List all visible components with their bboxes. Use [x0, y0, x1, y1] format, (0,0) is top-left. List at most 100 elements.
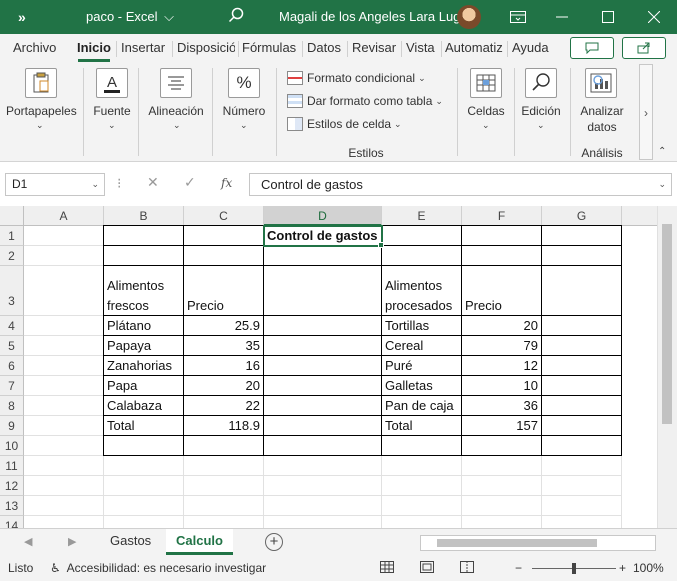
cell-a10[interactable]	[24, 436, 104, 456]
row-header-6[interactable]: 6	[0, 356, 24, 376]
cell-g14[interactable]	[542, 516, 622, 528]
chevron-down-icon[interactable]: ⌄	[36, 120, 44, 131]
column-header-c[interactable]: C	[184, 206, 264, 226]
processed-item-price[interactable]: 20	[462, 316, 542, 336]
cell-d9[interactable]	[264, 416, 382, 436]
cell-a5[interactable]	[24, 336, 104, 356]
chevron-down-icon[interactable]: ⌄	[108, 120, 116, 131]
tab-formulas[interactable]: Fórmulas	[242, 40, 296, 55]
processed-total-label[interactable]: Total	[382, 416, 462, 436]
cell-e14[interactable]	[382, 516, 462, 528]
cell-a14[interactable]	[24, 516, 104, 528]
cell-g10[interactable]	[542, 436, 622, 456]
vertical-scroll-thumb[interactable]	[662, 224, 672, 424]
cell-b13[interactable]	[104, 496, 184, 516]
cell-d11[interactable]	[264, 456, 382, 476]
window-title[interactable]: paco - Excel ⌵	[86, 0, 174, 34]
fresh-total-label[interactable]: Total	[104, 416, 184, 436]
fresh-item-price[interactable]: 20	[184, 376, 264, 396]
search-icon[interactable]	[228, 7, 244, 23]
page-break-view-button[interactable]	[460, 561, 474, 576]
cell-d13[interactable]	[264, 496, 382, 516]
tab-inicio[interactable]: Inicio	[77, 40, 111, 55]
cell-g8[interactable]	[542, 396, 622, 416]
row-header-5[interactable]: 5	[0, 336, 24, 356]
select-all-button[interactable]	[0, 206, 24, 226]
header-precio-procesados[interactable]: Precio	[462, 266, 542, 316]
collapse-ribbon-icon[interactable]: ⌃	[658, 146, 666, 157]
cell-d4[interactable]	[264, 316, 382, 336]
fresh-item-name[interactable]: Papaya	[104, 336, 184, 356]
cell-d3[interactable]	[264, 266, 382, 316]
fresh-item-name[interactable]: Papa	[104, 376, 184, 396]
cell-f1[interactable]	[462, 226, 542, 246]
cell-g5[interactable]	[542, 336, 622, 356]
cell-g3[interactable]	[542, 266, 622, 316]
cell-g12[interactable]	[542, 476, 622, 496]
cell-a3[interactable]	[24, 266, 104, 316]
header-alimentos-frescos[interactable]: Alimentos frescos	[104, 266, 184, 316]
cell-c12[interactable]	[184, 476, 264, 496]
insert-function-button[interactable]: fx	[221, 176, 232, 190]
cell-f12[interactable]	[462, 476, 542, 496]
tab-automatizar[interactable]: Automatiz	[445, 40, 503, 55]
cell-f2[interactable]	[462, 246, 542, 266]
chevron-down-icon[interactable]: ⌄	[240, 120, 248, 131]
processed-item-price[interactable]: 12	[462, 356, 542, 376]
row-header-3[interactable]: 3	[0, 266, 24, 316]
formato-condicional-button[interactable]: Formato condicional ⌄	[287, 71, 426, 85]
cell-a4[interactable]	[24, 316, 104, 336]
cell-a13[interactable]	[24, 496, 104, 516]
comments-button[interactable]	[570, 37, 614, 59]
chevron-down-icon[interactable]: ⌄	[482, 120, 490, 131]
tab-datos[interactable]: Datos	[307, 40, 341, 55]
cell-a2[interactable]	[24, 246, 104, 266]
cell-e10[interactable]	[382, 436, 462, 456]
add-sheet-button[interactable]: +	[265, 533, 283, 551]
accessibility-status[interactable]: ♿ Accesibilidad: es necesario investigar	[50, 561, 266, 575]
cell-e13[interactable]	[382, 496, 462, 516]
row-header-11[interactable]: 11	[0, 456, 24, 476]
sheet-tab-calculo[interactable]: Calculo	[166, 529, 233, 555]
cell-a8[interactable]	[24, 396, 104, 416]
row-header-7[interactable]: 7	[0, 376, 24, 396]
cell-d7[interactable]	[264, 376, 382, 396]
ribbon-scroll-right-button[interactable]: ›	[639, 64, 653, 160]
quick-access-overflow-button[interactable]: »	[18, 0, 26, 34]
celdas-button[interactable]	[470, 68, 502, 98]
cell-d14[interactable]	[264, 516, 382, 528]
zoom-level[interactable]: 100%	[633, 561, 664, 575]
processed-item-name[interactable]: Puré	[382, 356, 462, 376]
cell-a11[interactable]	[24, 456, 104, 476]
cell-g1[interactable]	[542, 226, 622, 246]
avatar[interactable]	[457, 5, 481, 29]
row-header-2[interactable]: 2	[0, 246, 24, 266]
normal-view-button[interactable]	[380, 561, 394, 576]
ribbon-display-options-button[interactable]	[496, 0, 540, 34]
fill-handle[interactable]	[378, 242, 384, 248]
processed-item-price[interactable]: 10	[462, 376, 542, 396]
cell-f10[interactable]	[462, 436, 542, 456]
cell-a1[interactable]	[24, 226, 104, 246]
column-header-f[interactable]: F	[462, 206, 542, 226]
horizontal-scrollbar[interactable]	[420, 535, 656, 551]
cell-c13[interactable]	[184, 496, 264, 516]
cell-a6[interactable]	[24, 356, 104, 376]
tab-insertar[interactable]: Insertar	[121, 40, 165, 55]
cell-a9[interactable]	[24, 416, 104, 436]
page-layout-view-button[interactable]	[420, 561, 434, 576]
sheet-nav-next-button[interactable]: ▶	[68, 535, 76, 548]
zoom-slider-knob[interactable]	[572, 563, 576, 574]
confirm-entry-button[interactable]: ✓	[184, 174, 196, 191]
processed-item-name[interactable]: Pan de caja	[382, 396, 462, 416]
column-header-g[interactable]: G	[542, 206, 622, 226]
formula-input[interactable]: Control de gastos ⌄	[249, 173, 672, 196]
processed-item-name[interactable]: Cereal	[382, 336, 462, 356]
chevron-down-icon[interactable]: ⌄	[173, 120, 181, 131]
fresh-item-price[interactable]: 25.9	[184, 316, 264, 336]
cell-c2[interactable]	[184, 246, 264, 266]
row-header-4[interactable]: 4	[0, 316, 24, 336]
estilos-celda-button[interactable]: Estilos de celda ⌄	[287, 117, 402, 131]
row-header-1[interactable]: 1	[0, 226, 24, 246]
cell-g6[interactable]	[542, 356, 622, 376]
